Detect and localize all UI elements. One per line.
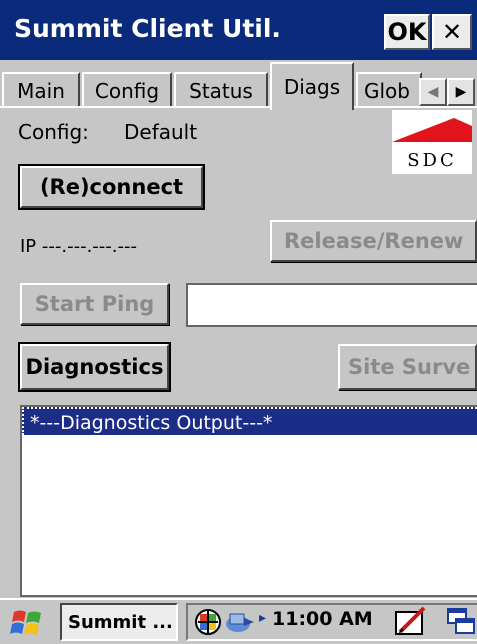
input-panel-icon[interactable] [394, 606, 428, 638]
tab-divider [0, 106, 477, 108]
network-globe-icon[interactable] [194, 608, 222, 636]
arrow-right-icon: ▶ [455, 84, 467, 100]
release-renew-button[interactable]: Release/Renew [270, 220, 477, 262]
tab-config[interactable]: Config [82, 72, 172, 108]
close-button[interactable]: ✕ [432, 14, 472, 50]
output-line[interactable]: *---Diagnostics Output---* [22, 407, 477, 435]
connection-icon[interactable] [224, 608, 256, 636]
tab-scroll-left-button[interactable]: ◀ [419, 78, 447, 106]
diagnostics-output-list[interactable]: *---Diagnostics Output---* [20, 405, 477, 597]
ip-address-label: IP ---.---.---.--- [20, 236, 137, 257]
tray-expand-icon[interactable]: ▸ [259, 610, 266, 626]
reconnect-button[interactable]: (Re)connect [18, 164, 205, 210]
close-icon: ✕ [441, 18, 463, 46]
taskbar-app-button[interactable]: Summit ... [60, 603, 178, 641]
start-windows-icon[interactable] [10, 608, 44, 638]
arrow-left-icon: ◀ [427, 84, 439, 100]
start-ping-button[interactable]: Start Ping [20, 283, 169, 325]
tab-diags[interactable]: Diags [270, 62, 354, 110]
site-survey-button[interactable]: Site Surve [338, 344, 477, 390]
tab-main[interactable]: Main [2, 72, 80, 108]
config-label: Config: [18, 120, 89, 144]
tab-strip: Main Config Status Diags Glob [0, 60, 477, 110]
tab-global[interactable]: Glob [356, 72, 422, 108]
window-title: Summit Client Util. [14, 14, 281, 43]
config-value: Default [124, 120, 198, 144]
desktop-icon[interactable] [446, 607, 476, 637]
ping-address-input[interactable] [186, 283, 477, 327]
logo-text: SDC [407, 150, 457, 171]
tab-status[interactable]: Status [174, 72, 268, 108]
sdc-logo: SDC [392, 110, 472, 174]
tab-scroll-right-button[interactable]: ▶ [447, 78, 475, 106]
clock[interactable]: 11:00 AM [272, 608, 373, 630]
ok-button[interactable]: OK [384, 14, 430, 50]
diagnostics-button[interactable]: Diagnostics [18, 342, 171, 392]
